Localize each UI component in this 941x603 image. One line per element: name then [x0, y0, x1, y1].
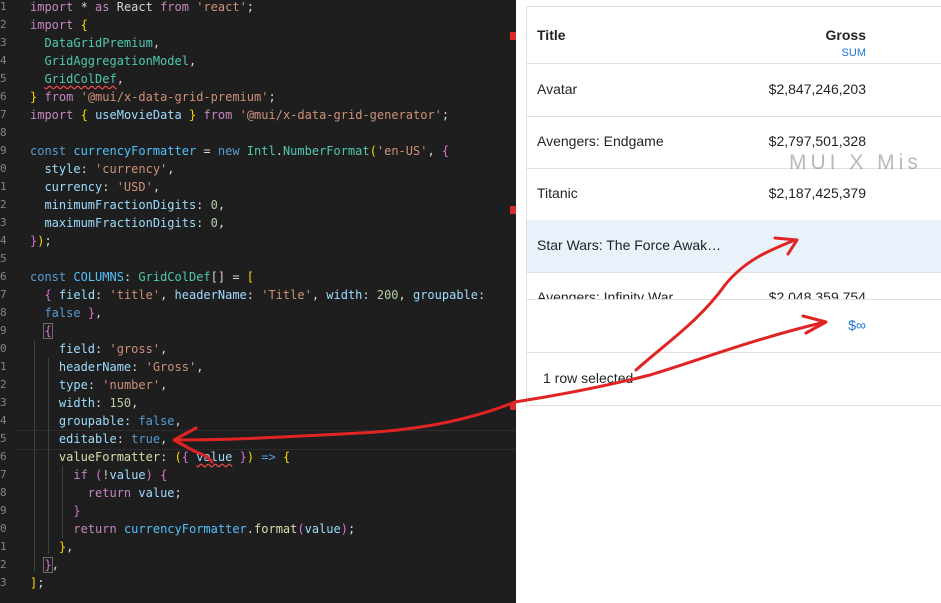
annotation-overlay [172, 236, 828, 464]
annotation-arrow-line [173, 400, 517, 442]
annotation-arrow-head [172, 426, 214, 464]
annotation-arrow-line [513, 320, 827, 404]
annotation-arrow-line [634, 238, 797, 372]
